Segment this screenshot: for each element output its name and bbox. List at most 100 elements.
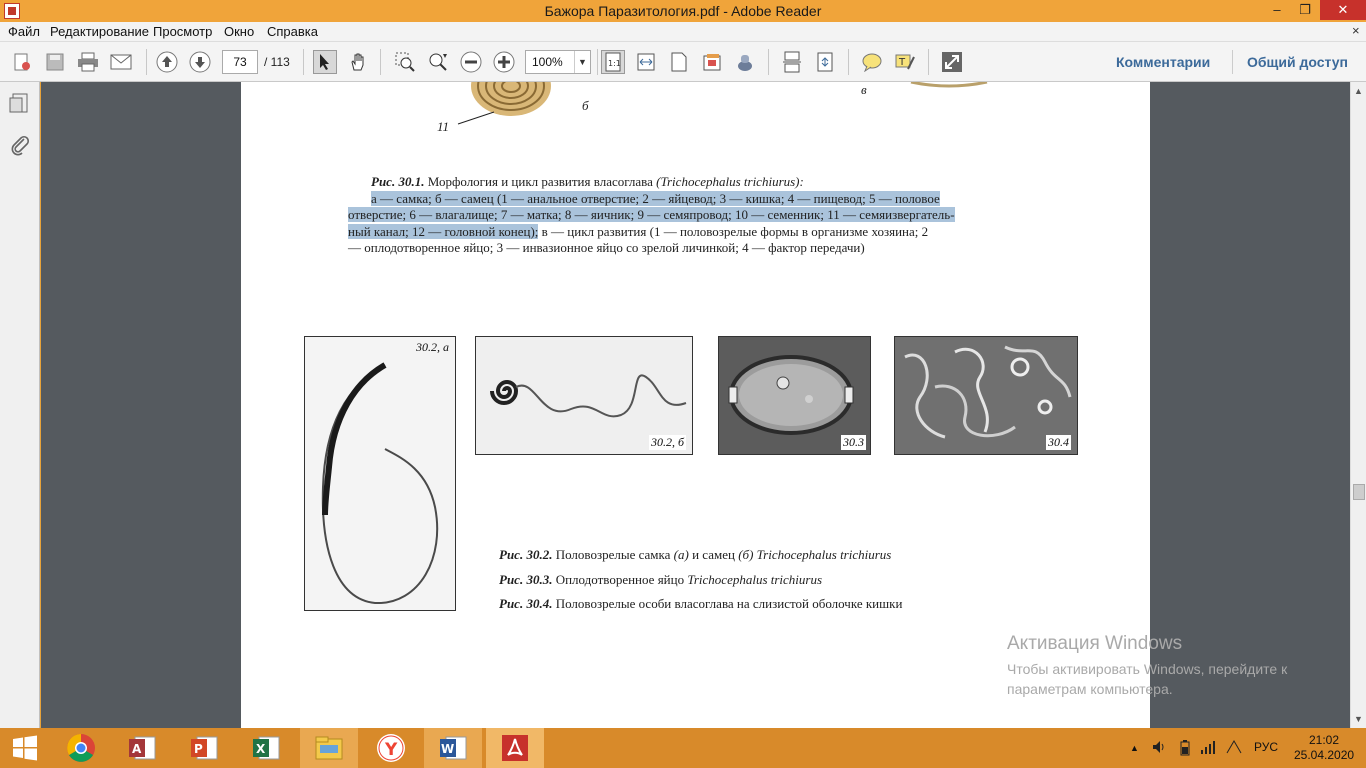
chrome-icon[interactable]: [52, 728, 110, 768]
caption-30-4-text: Половозрелые особи власоглава на слизист…: [552, 596, 903, 611]
hand-tool-icon[interactable]: [346, 50, 370, 74]
select-tool-icon[interactable]: [313, 50, 337, 74]
figure-label-30-4: 30.4: [1046, 435, 1071, 450]
figure-30-2b-image: 30.2, б: [475, 336, 693, 455]
comment-icon[interactable]: [860, 50, 884, 74]
svg-text:P: P: [194, 742, 203, 756]
action-center-icon[interactable]: [1226, 740, 1242, 757]
comments-tab[interactable]: Комментарии: [1116, 54, 1210, 70]
restore-button[interactable]: ❐: [1291, 0, 1319, 20]
access-icon[interactable]: A: [113, 728, 171, 768]
language-indicator[interactable]: РУС: [1254, 740, 1278, 754]
zoom-out-icon[interactable]: [459, 50, 483, 74]
taskbar: A P X Y W ▲ РУС 21:02 25.04.2020: [0, 728, 1366, 768]
marquee-zoom-icon[interactable]: [393, 50, 417, 74]
caption-30-2-label: Рис. 30.2.: [499, 547, 553, 562]
menu-help[interactable]: Справка: [267, 24, 318, 39]
page-number-input[interactable]: 73: [222, 50, 258, 74]
cycle-image-fragment: [910, 82, 988, 88]
vertical-scrollbar[interactable]: ▲ ▼: [1350, 82, 1366, 728]
share-tab[interactable]: Общий доступ: [1247, 54, 1348, 70]
window-title: Бажора Паразитология.pdf - Adobe Reader: [544, 3, 822, 19]
figure-label-30-3: 30.3: [841, 435, 866, 450]
scrollbar-thumb[interactable]: [1353, 484, 1365, 500]
menu-file[interactable]: Файл: [8, 24, 40, 39]
next-page-icon[interactable]: [188, 50, 212, 74]
title-bar: Бажора Паразитология.pdf - Adobe Reader …: [0, 0, 1366, 22]
caption-30-2-b: (б): [738, 547, 754, 562]
read-mode-icon[interactable]: [700, 50, 724, 74]
close-button[interactable]: ✕: [1320, 0, 1366, 20]
svg-text:Y: Y: [384, 740, 398, 760]
print-icon[interactable]: [76, 50, 100, 74]
dynamic-zoom-icon[interactable]: [426, 50, 450, 74]
word-icon[interactable]: W: [424, 728, 482, 768]
excel-icon[interactable]: X: [237, 728, 295, 768]
caption-30-2-species: Trichocephalus trichiurus: [753, 547, 892, 562]
caption-30-3-text: Оплодотворенное яйцо: [552, 572, 688, 587]
zoom-in-icon[interactable]: [492, 50, 516, 74]
svg-text:X: X: [256, 742, 266, 756]
prev-page-icon[interactable]: [155, 50, 179, 74]
caption-30-1-line3: отверстие; 6 — влагалище; 7 — матка; 8 —…: [348, 207, 955, 222]
attachments-icon[interactable]: [9, 134, 31, 156]
navigation-pane: [0, 82, 40, 728]
scrolling-mode-icon[interactable]: [780, 50, 804, 74]
figure-30-2a-image: 30.2, а: [304, 336, 456, 611]
chevron-down-icon[interactable]: ▼: [574, 51, 590, 73]
fit-page-icon[interactable]: [667, 50, 691, 74]
scroll-down-icon[interactable]: ▼: [1354, 714, 1363, 724]
expand-icon[interactable]: [940, 50, 964, 74]
scroll-up-icon[interactable]: ▲: [1354, 86, 1363, 96]
clock[interactable]: 21:02 25.04.2020: [1294, 733, 1354, 763]
caption-30-2: Рис. 30.2. Половозрелые самка (а) и саме…: [499, 547, 891, 563]
menu-window[interactable]: Окно: [224, 24, 254, 39]
zoom-select[interactable]: 100% ▼: [525, 50, 591, 74]
actual-size-icon[interactable]: 1:1: [601, 50, 625, 74]
create-pdf-icon[interactable]: [10, 50, 34, 74]
figure-30-3-image: 30.3: [718, 336, 871, 455]
caption-30-1-title: Морфология и цикл развития власоглава: [424, 174, 657, 189]
watermark-line2: параметрам компьютера.: [1007, 681, 1173, 697]
document-close-icon[interactable]: ×: [1352, 23, 1360, 38]
minimize-button[interactable]: –: [1263, 0, 1291, 20]
label-leader-line: [457, 111, 495, 125]
figure-label-b: б: [582, 98, 589, 113]
file-explorer-icon[interactable]: [300, 728, 358, 768]
figure-label-v: в: [861, 82, 867, 97]
clock-date: 25.04.2020: [1294, 748, 1355, 762]
menu-edit[interactable]: Редактирование: [50, 24, 149, 39]
adobe-reader-taskbar-icon[interactable]: [486, 728, 544, 768]
pdf-page: 11 б в Рис. 30.1. Морфология и цикл разв…: [241, 82, 1150, 728]
figure-30-1-caption: Рис. 30.1. Морфология и цикл развития вл…: [348, 174, 1032, 257]
powerpoint-icon[interactable]: P: [175, 728, 233, 768]
figure-label-30-2a: 30.2, а: [416, 340, 449, 354]
start-button[interactable]: [0, 728, 50, 768]
attach-file-icon[interactable]: [733, 50, 757, 74]
document-viewport[interactable]: 11 б в Рис. 30.1. Морфология и цикл разв…: [41, 82, 1350, 728]
caption-30-1-species: (Trichocephalus trichiurus):: [656, 174, 804, 189]
yandex-browser-icon[interactable]: Y: [362, 728, 420, 768]
volume-icon[interactable]: [1152, 740, 1166, 757]
figure-label-30-2b: 30.2, б: [648, 435, 686, 450]
rotate-view-icon[interactable]: [813, 50, 837, 74]
network-icon[interactable]: [1200, 740, 1216, 757]
tray-expand-icon[interactable]: ▲: [1130, 743, 1139, 753]
email-icon[interactable]: [109, 50, 133, 74]
highlight-text-icon[interactable]: T: [893, 50, 917, 74]
page-thumbnails-icon[interactable]: [9, 92, 31, 114]
menu-view[interactable]: Просмотр: [153, 24, 212, 39]
caption-30-2-a: (а): [673, 547, 689, 562]
svg-text:T: T: [898, 57, 906, 68]
windows-activation-watermark: Активация Windows Чтобы активировать Win…: [1007, 633, 1337, 699]
caption-30-1-label: Рис. 30.1.: [371, 174, 425, 189]
caption-30-2-mid: и самец: [688, 547, 739, 562]
battery-icon[interactable]: [1180, 740, 1190, 759]
toolbar: 73 / 113 100% ▼ 1:1 T Комментарии Общий …: [0, 42, 1366, 82]
save-icon[interactable]: [43, 50, 67, 74]
watermark-line1: Чтобы активировать Windows, перейдите к: [1007, 661, 1288, 677]
caption-30-4: Рис. 30.4. Половозрелые особи власоглава…: [499, 596, 902, 612]
caption-30-1-line4-highlight: ный канал; 12 — головной конец);: [348, 223, 539, 239]
fit-width-icon[interactable]: [634, 50, 658, 74]
caption-30-1-line4: в — цикл развития (1 — половозрелые форм…: [538, 223, 929, 239]
